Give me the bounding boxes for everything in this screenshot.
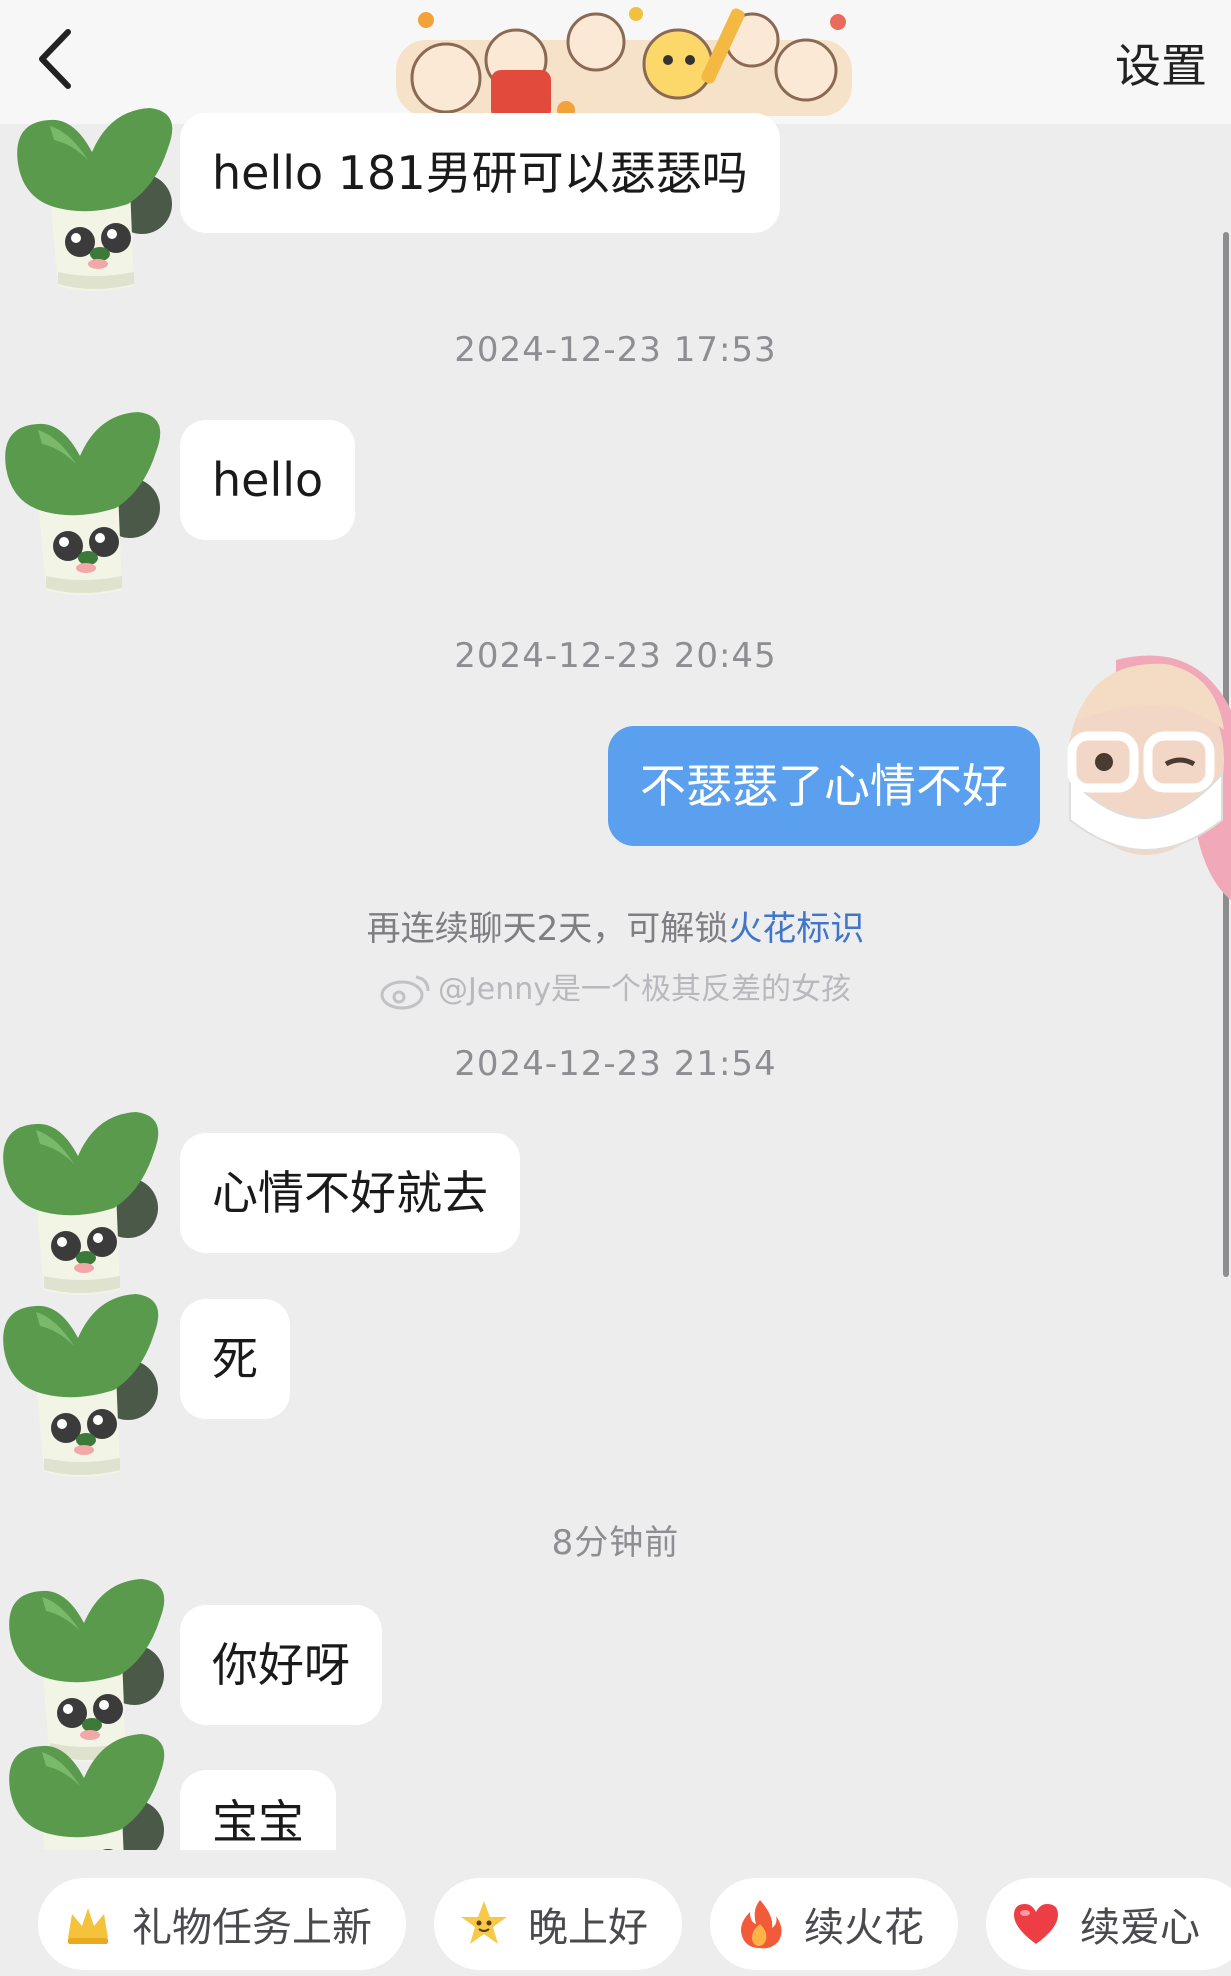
green-leek-avatar[interactable] [2,1730,192,1850]
message-text: 宝宝 [212,1795,304,1849]
quick-reply-continue-heart[interactable]: 续爱心 [986,1878,1231,1970]
quick-reply-bar: 礼物任务上新 晚上好 续火花 续爱心 [0,1850,1231,1976]
heart-icon [1014,1904,1058,1944]
weibo-icon [380,975,430,1009]
quick-reply-good-evening[interactable]: 晚上好 [434,1878,682,1970]
spark-badge-link[interactable]: 火花标识 [728,909,864,949]
streak-notice: 再连续聊天2天，可解锁火花标识 [0,901,1231,950]
message-bubble[interactable]: hello [180,420,356,540]
back-button[interactable] [28,24,84,94]
quick-reply-gift-task[interactable]: 礼物任务上新 [38,1878,406,1970]
message-text: 死 [212,1332,258,1386]
message-bubble[interactable]: 宝宝 [180,1770,336,1850]
message-text: 你好呀 [212,1638,350,1692]
chip-label: 礼物任务上新 [132,1905,372,1951]
chip-label: 续火花 [804,1905,924,1951]
timestamp: 2024-12-23 20:45 [454,636,777,676]
watermark-text: @Jenny是一个极其反差的女孩 [437,972,852,1007]
green-leek-avatar[interactable] [0,408,188,598]
message-text: 心情不好就去 [212,1166,488,1220]
my-message-bubble[interactable]: 不瑟瑟了心情不好 [608,726,1040,846]
settings-button[interactable]: 设置 [1115,30,1207,96]
message-bubble[interactable]: 死 [180,1299,290,1419]
crown-icon [68,1908,108,1944]
green-leek-avatar[interactable] [10,104,200,294]
timestamp: 2024-12-23 17:53 [454,330,777,370]
memoji-avatar[interactable] [1056,650,1231,900]
chevron-left-icon [39,29,71,89]
message-text: hello 181男研可以瑟瑟吗 [212,146,748,200]
chip-label: 晚上好 [528,1905,648,1951]
message-bubble[interactable]: 心情不好就去 [180,1133,520,1253]
message-bubble[interactable]: hello 181男研可以瑟瑟吗 [180,113,780,233]
timestamp: 2024-12-23 21:54 [454,1044,777,1084]
star-face-icon [461,1901,507,1944]
green-leek-avatar[interactable] [0,1290,186,1480]
weibo-watermark: @Jenny是一个极其反差的女孩 [0,964,1231,1011]
chip-label: 续爱心 [1080,1905,1200,1951]
fire-icon [741,1900,782,1949]
quick-reply-continue-spark[interactable]: 续火花 [710,1878,958,1970]
message-text: hello [212,453,324,507]
notice-text: 再连续聊天2天，可解锁 [366,909,729,949]
green-leek-avatar[interactable] [0,1108,186,1298]
message-bubble[interactable]: 你好呀 [180,1605,382,1725]
message-text: 不瑟瑟了心情不好 [640,759,1008,813]
timestamp: 8分钟前 [551,1523,680,1563]
